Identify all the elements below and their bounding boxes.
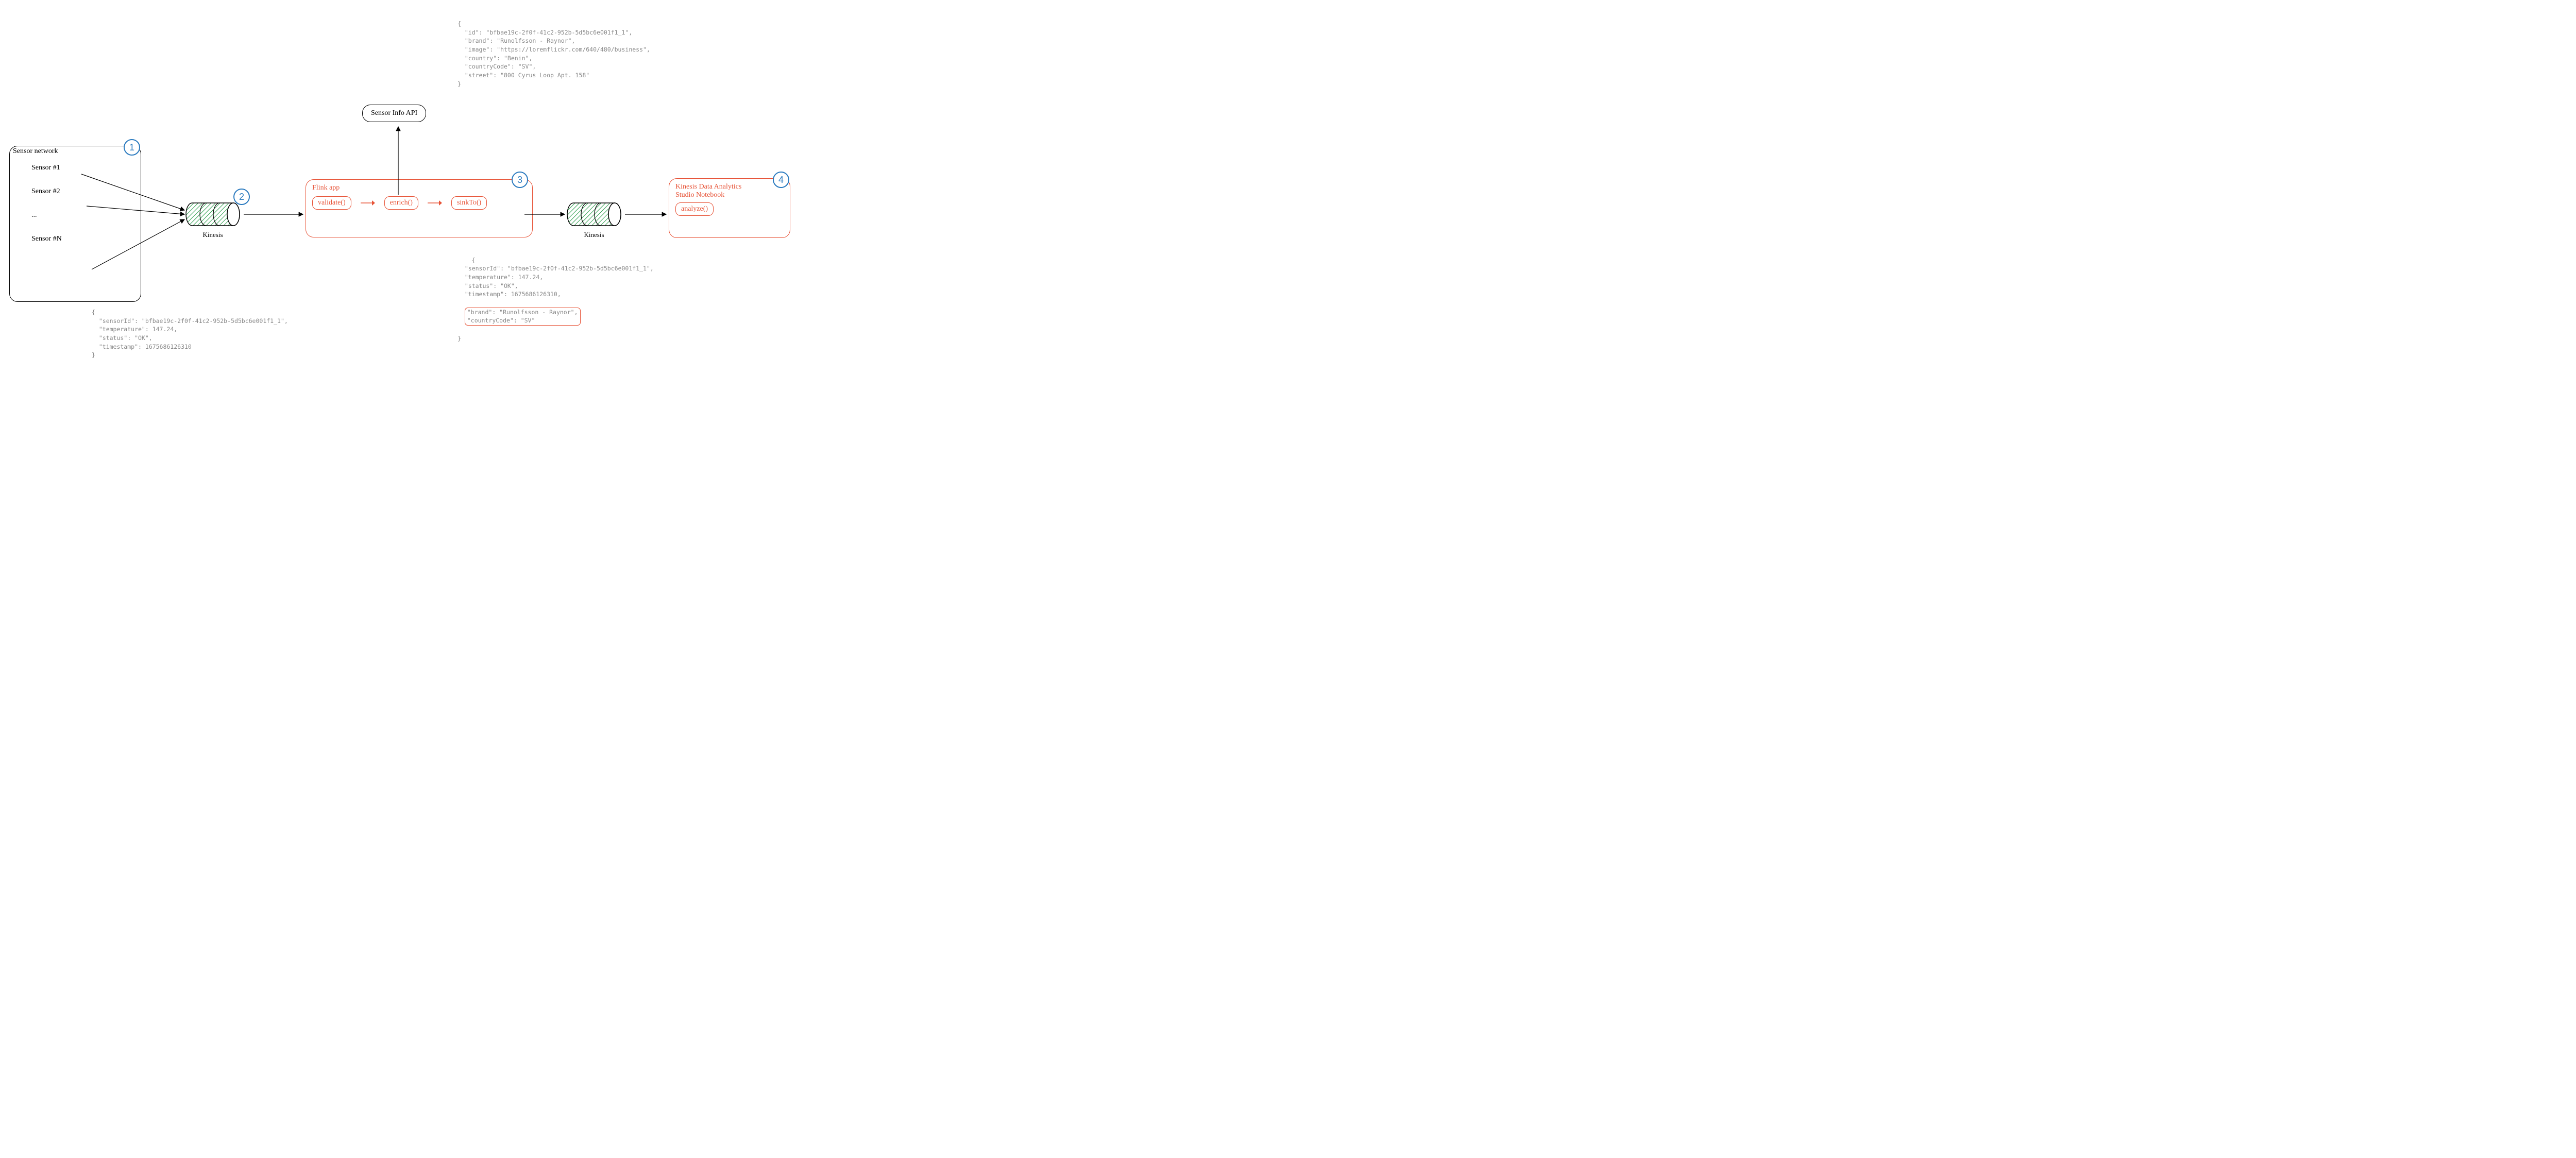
sensor-info-json: { "id": "bfbae19c-2f0f-41c2-952b-5d5bc6e…: [457, 20, 650, 88]
sensor-item: Sensor #N: [31, 235, 134, 243]
kinesis-stream-icon: [566, 199, 622, 230]
kinesis-2-label: Kinesis: [568, 231, 620, 239]
step-2-badge: 2: [233, 189, 250, 205]
arrow-right-icon: [428, 199, 442, 207]
analyze-step: analyze(): [675, 202, 714, 216]
notebook-box: Kinesis Data Analytics Studio Notebook a…: [669, 178, 790, 238]
sensor-item: ...: [31, 211, 134, 219]
sensor-item: Sensor #2: [31, 188, 134, 196]
step-3-badge: 3: [512, 172, 528, 188]
notebook-title: Kinesis Data Analytics Studio Notebook: [675, 183, 784, 199]
enriched-json-bottom: }: [457, 335, 461, 342]
sensor-info-api-box: Sensor Info API: [362, 105, 426, 122]
architecture-diagram: Sensor network Sensor #1 Sensor #2 ... S…: [4, 4, 798, 375]
sensor-network-box: Sensor network Sensor #1 Sensor #2 ... S…: [9, 146, 141, 302]
validate-step: validate(): [312, 196, 351, 210]
step-4-badge: 4: [773, 172, 789, 188]
enriched-json-top: { "sensorId": "bfbae19c-2f0f-41c2-952b-5…: [457, 257, 654, 298]
sensor-reading-json: { "sensorId": "bfbae19c-2f0f-41c2-952b-5…: [92, 308, 288, 360]
step-1-badge: 1: [124, 139, 140, 156]
kinesis-stream-icon: [184, 199, 241, 230]
enrich-step: enrich(): [384, 196, 418, 210]
kinesis-1-label: Kinesis: [187, 231, 239, 239]
flink-app-title: Flink app: [312, 184, 526, 192]
enriched-json: { "sensorId": "bfbae19c-2f0f-41c2-952b-5…: [457, 247, 654, 351]
sensor-info-api-label: Sensor Info API: [371, 109, 417, 117]
flink-app-box: Flink app validate() enrich() sinkTo(): [306, 179, 533, 237]
sensor-network-title: Sensor network: [13, 147, 58, 156]
enriched-json-highlight: "brand": "Runolfsson - Raynor", "country…: [465, 308, 581, 326]
arrow-right-icon: [361, 199, 375, 207]
sensor-item: Sensor #1: [31, 164, 134, 172]
sinkto-step: sinkTo(): [451, 196, 487, 210]
